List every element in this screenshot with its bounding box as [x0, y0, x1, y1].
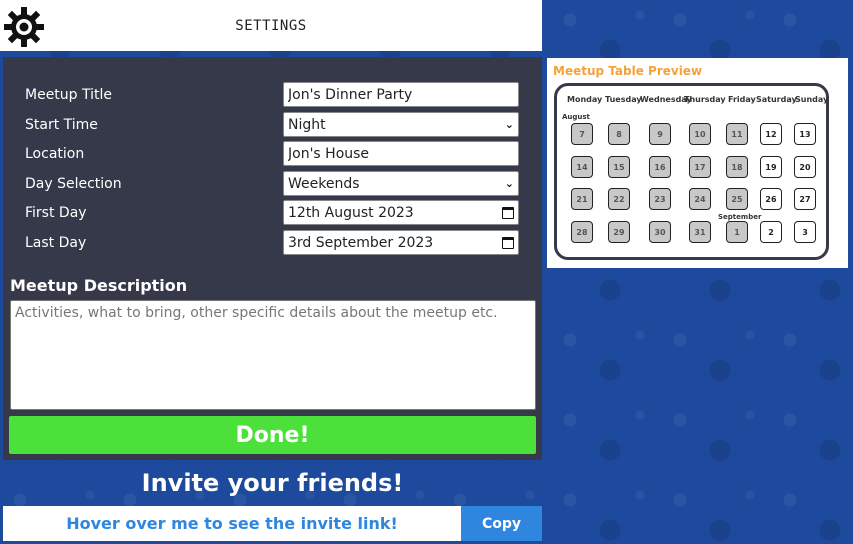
last-day-date-input[interactable]: 3rd September 2023	[283, 230, 519, 255]
calendar-day-cell: 12	[760, 123, 782, 145]
start-time-row: Start Time Night ⌄	[25, 112, 519, 137]
calendar-day-cell: 2	[760, 221, 782, 243]
day-header: Sunday	[795, 95, 829, 104]
calendar-day-cell: 7	[571, 123, 593, 145]
location-row: Location Jon's House	[25, 141, 519, 166]
calendar-day-cell: 22	[608, 188, 630, 210]
calendar-day-cell: 8	[608, 123, 630, 145]
location-input[interactable]: Jon's House	[283, 141, 519, 166]
month-label: August	[562, 113, 590, 121]
meetup-title-input[interactable]: Jon's Dinner Party	[283, 82, 519, 107]
last-day-row: Last Day 3rd September 2023	[25, 230, 519, 255]
meetup-title-label: Meetup Title	[25, 86, 113, 103]
invite-heading: Invite your friends!	[141, 469, 404, 497]
first-day-row: First Day 12th August 2023	[25, 200, 519, 225]
day-header: Thursday	[684, 95, 726, 104]
day-selection-row: Day Selection Weekends ⌄	[25, 171, 519, 196]
chevron-down-icon: ⌄	[504, 118, 514, 131]
calendar-day-cell: 10	[689, 123, 711, 145]
calendar-day-cell: 29	[608, 221, 630, 243]
preview-panel: Meetup Table Preview Monday Tuesday Wedn…	[547, 58, 848, 268]
calendar-icon[interactable]	[502, 206, 514, 219]
preview-table: Monday Tuesday Wednesday Thursday Friday…	[554, 83, 829, 260]
calendar-day-cell: 25	[726, 188, 748, 210]
day-selection-label: Day Selection	[25, 175, 122, 192]
calendar-day-cell: 16	[649, 156, 671, 178]
preview-title: Meetup Table Preview	[553, 64, 703, 78]
calendar-day-cell: 17	[689, 156, 711, 178]
calendar-day-cell: 14	[571, 156, 593, 178]
start-time-label: Start Time	[25, 116, 98, 133]
description-textarea[interactable]: Activities, what to bring, other specifi…	[10, 300, 536, 410]
calendar-day-cell: 19	[760, 156, 782, 178]
calendar-day-cell: 3	[794, 221, 816, 243]
settings-panel: Meetup Title Jon's Dinner Party Start Ti…	[3, 57, 542, 460]
gear-icon[interactable]	[2, 5, 46, 49]
chevron-down-icon: ⌄	[504, 177, 514, 190]
calendar-day-cell: 23	[649, 188, 671, 210]
settings-header: SETTINGS	[0, 0, 542, 51]
month-label: September	[718, 213, 762, 221]
calendar-day-cell: 15	[608, 156, 630, 178]
calendar-day-cell: 1	[726, 221, 748, 243]
description-heading: Meetup Description	[10, 276, 188, 295]
day-header: Friday	[728, 95, 756, 104]
first-day-label: First Day	[25, 204, 87, 221]
day-header: Monday	[567, 95, 603, 104]
calendar-day-cell: 27	[794, 188, 816, 210]
calendar-day-cell: 28	[571, 221, 593, 243]
description-placeholder: Activities, what to bring, other specifi…	[15, 305, 498, 321]
calendar-day-cell: 24	[689, 188, 711, 210]
invite-link-box[interactable]: Hover over me to see the invite link!	[3, 506, 461, 541]
day-header: Tuesday	[605, 95, 642, 104]
calendar-icon[interactable]	[502, 236, 514, 249]
calendar-day-cell: 9	[649, 123, 671, 145]
day-selection-select[interactable]: Weekends ⌄	[283, 171, 519, 196]
calendar-day-cell: 30	[649, 221, 671, 243]
meetup-title-row: Meetup Title Jon's Dinner Party	[25, 82, 519, 107]
calendar-day-cell: 21	[571, 188, 593, 210]
calendar-day-cell: 31	[689, 221, 711, 243]
last-day-label: Last Day	[25, 234, 87, 251]
first-day-date-input[interactable]: 12th August 2023	[283, 200, 519, 225]
copy-button[interactable]: Copy	[461, 506, 542, 541]
page-title: SETTINGS	[235, 17, 307, 34]
location-label: Location	[25, 145, 85, 162]
start-time-select[interactable]: Night ⌄	[283, 112, 519, 137]
calendar-day-cell: 13	[794, 123, 816, 145]
calendar-day-cell: 11	[726, 123, 748, 145]
day-header: Saturday	[756, 95, 797, 104]
calendar-day-cell: 20	[794, 156, 816, 178]
done-button[interactable]: Done!	[9, 416, 536, 454]
calendar-day-cell: 26	[760, 188, 782, 210]
calendar-day-cell: 18	[726, 156, 748, 178]
